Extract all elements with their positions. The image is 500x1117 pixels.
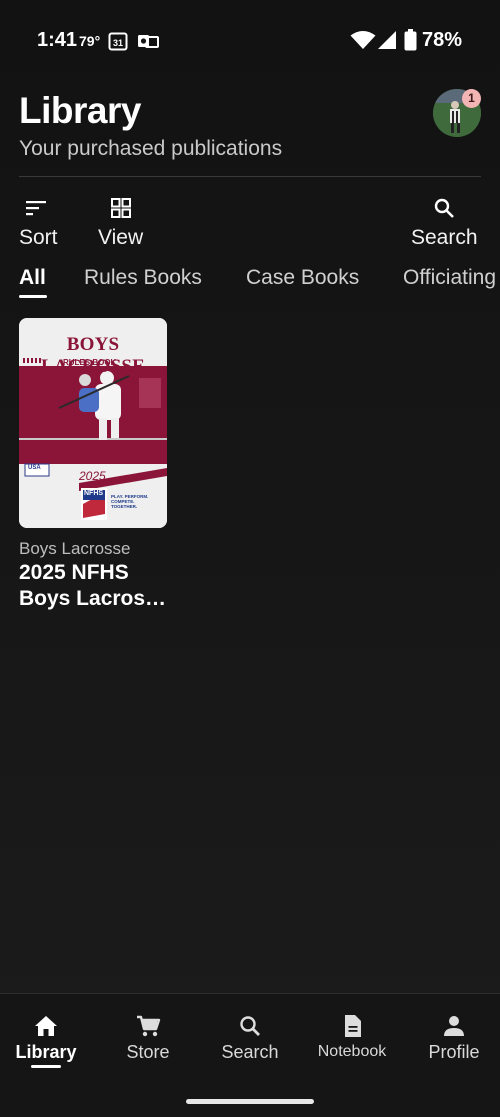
nav-notebook-label: Notebook (317, 1043, 387, 1060)
home-icon (0, 1014, 96, 1040)
cover-subtitle: RULES BOOK (63, 358, 117, 367)
cover-nfhs-logo: NFHS (84, 490, 104, 497)
notification-badge: 1 (462, 89, 481, 108)
sort-button[interactable]: Sort (19, 196, 58, 250)
search-icon (411, 196, 478, 222)
book-category: Boys Lacrosse (19, 539, 131, 558)
cart-icon (98, 1014, 198, 1040)
book-cover[interactable]: BOYS LACROSSE RULES BOOK 2025 USA NFHS P… (19, 318, 167, 528)
gesture-handle[interactable] (186, 1099, 314, 1104)
calendar-icon: 31 (108, 31, 128, 56)
nav-store[interactable]: Store (98, 1014, 198, 1063)
sort-label: Sort (19, 226, 58, 249)
search-icon (200, 1014, 300, 1040)
calendar-day: 31 (113, 38, 123, 48)
tab-case-books[interactable]: Case Books (246, 266, 359, 290)
book-title[interactable]: 2025 NFHS Boys Lacros… (19, 560, 179, 612)
battery-percent: 78% (422, 29, 463, 51)
signal-icon (377, 30, 397, 55)
page-subtitle: Your purchased publications (19, 137, 283, 160)
header-divider (19, 176, 481, 177)
cover-tagline: PLAY. PERFORM. COMPETE. TOGETHER. (111, 494, 149, 509)
nav-notebook[interactable]: Notebook (302, 1014, 402, 1061)
cover-year: 2025 (79, 469, 106, 483)
nav-search[interactable]: Search (200, 1014, 300, 1063)
person-icon (404, 1014, 500, 1040)
mail-app-icon (137, 31, 159, 56)
tab-indicator (19, 295, 47, 298)
nav-profile-label: Profile (428, 1042, 480, 1062)
nav-library-label: Library (15, 1042, 77, 1062)
nav-active-indicator (31, 1065, 61, 1068)
page-title: Library (19, 90, 141, 131)
notebook-icon (302, 1014, 402, 1040)
nav-profile[interactable]: Profile (404, 1014, 500, 1063)
view-label: View (98, 226, 144, 249)
status-temperature: 79° (79, 33, 101, 49)
wifi-icon (350, 30, 376, 55)
tab-rules-books[interactable]: Rules Books (84, 266, 202, 290)
view-button[interactable]: View (98, 196, 143, 250)
grid-icon (98, 196, 143, 222)
cover-title: BOYS LACROSSE (40, 334, 146, 377)
sort-icon (19, 196, 58, 222)
search-label: Search (411, 226, 478, 249)
nav-store-label: Store (126, 1042, 170, 1062)
search-button[interactable]: Search (411, 196, 478, 250)
nav-search-label: Search (221, 1042, 279, 1062)
status-time: 1:41 (37, 29, 78, 51)
cover-usa-logo: USA (28, 465, 41, 471)
tab-all[interactable]: All (19, 266, 46, 290)
tab-officiating[interactable]: Officiating (403, 266, 496, 290)
nav-library[interactable]: Library (0, 1014, 96, 1063)
status-bar: 1:41 79° 31 78% (0, 0, 500, 80)
battery-icon (404, 29, 417, 56)
